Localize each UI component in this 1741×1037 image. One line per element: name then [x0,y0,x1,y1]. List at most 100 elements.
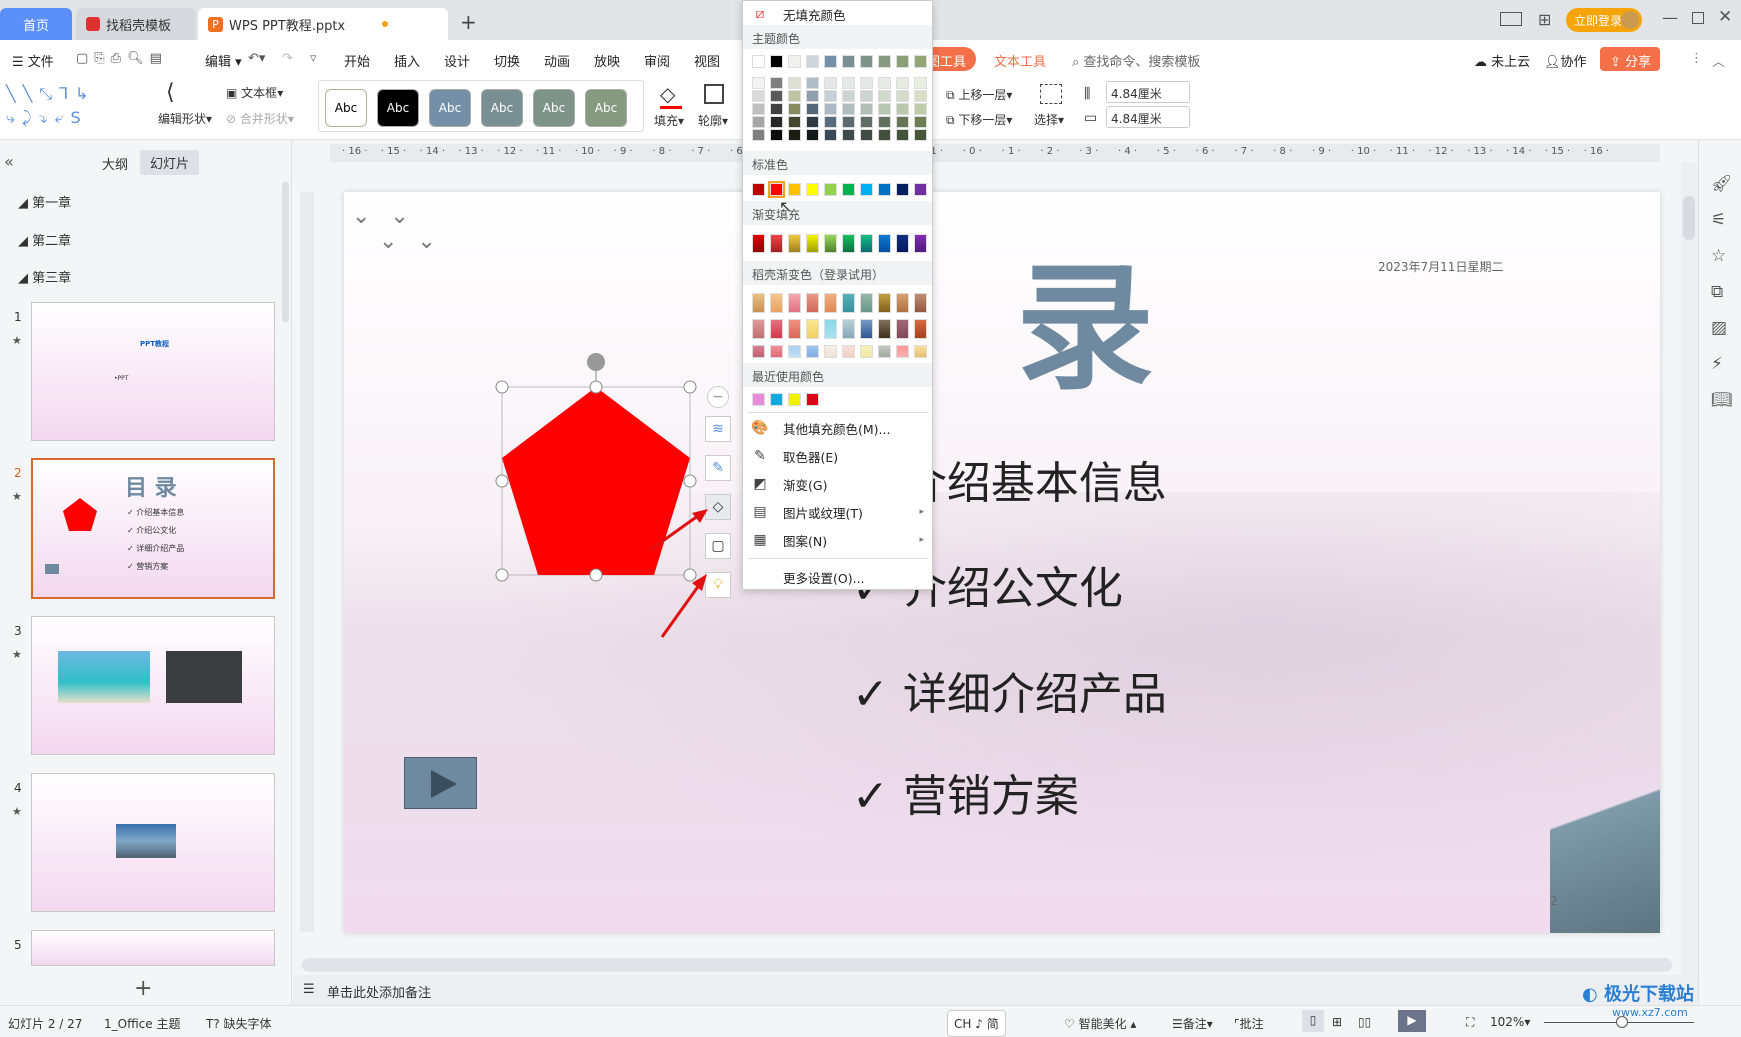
normal-view-icon[interactable]: ▯ [1302,1010,1324,1032]
theme-shade-swatch[interactable] [896,90,909,102]
outline-item[interactable]: ◢ 第一章 [18,192,71,211]
style-swatch[interactable]: Abc [429,89,471,127]
fill-menu-item[interactable]: ▤ 图片或纹理(T) ▸ [751,499,926,525]
theme-color-swatch[interactable] [878,55,891,68]
theme-color-swatch[interactable] [806,55,819,68]
theme-shade-swatch[interactable] [824,90,837,102]
slide-thumbnail-2[interactable]: 目 录 ✓ 介绍基本信息 ✓ 介绍公文化 ✓ 详细介绍产品 ✓ 营销方案 [31,458,275,599]
theme-shade-swatch[interactable] [788,77,801,89]
style-swatch[interactable]: Abc [533,89,575,127]
theme-shade-swatch[interactable] [860,90,873,102]
notes-toggle[interactable]: ☰备注▾ [1172,1015,1213,1032]
fill-button[interactable]: 填充▾ [654,112,684,129]
layers-icon[interactable]: ≋ [705,416,731,442]
docer-gradient-swatch[interactable] [860,293,873,313]
standard-color-swatch[interactable] [824,183,837,196]
menu-tab-design[interactable]: 设计 [444,51,470,70]
gradient-swatch[interactable] [788,234,801,253]
horizontal-scrollbar[interactable] [302,958,1672,972]
menu-tab-animation[interactable]: 动画 [544,51,570,70]
theme-shade-swatch[interactable] [752,77,765,89]
theme-shade-swatch[interactable] [842,116,855,128]
menu-tab-insert[interactable]: 插入 [394,51,420,70]
transition-icon[interactable]: ⧉ [1711,282,1723,302]
theme-color-swatch[interactable] [788,55,801,68]
theme-shade-swatch[interactable] [788,116,801,128]
rocket-icon[interactable]: 🚀︎ [1711,174,1733,194]
collapse-panel-icon[interactable]: « [4,152,14,171]
tab-outline[interactable]: 大纲 [102,154,128,173]
theme-shade-swatch[interactable] [752,103,765,115]
file-menu[interactable]: ☰ 文件 [12,51,54,70]
theme-shade-swatch[interactable] [770,129,783,141]
tab-docer[interactable]: 找稻壳模板 [76,8,196,40]
theme-shade-swatch[interactable] [914,103,927,115]
collapse-float-icon[interactable]: − [707,386,729,408]
search-box[interactable]: ⌕ 查找命令、搜索模板 [1072,51,1200,70]
gradient-swatch[interactable] [770,234,783,253]
theme-shade-swatch[interactable] [770,77,783,89]
tab-home[interactable]: 首页 [0,8,72,40]
theme-shade-swatch[interactable] [824,116,837,128]
theme-shade-swatch[interactable] [860,116,873,128]
theme-shade-swatch[interactable] [878,90,891,102]
collab-button[interactable]: 👤︎协作 [1544,51,1587,70]
docer-gradient-swatch[interactable] [788,345,801,358]
slide-thumbnail-4[interactable] [31,773,275,912]
standard-color-swatch[interactable] [806,183,819,196]
width-input[interactable]: 4.84厘米 [1106,106,1190,128]
theme-shade-swatch[interactable] [788,129,801,141]
close-button[interactable]: ✕ [1718,7,1732,27]
slide-thumbnail-5[interactable] [31,930,275,966]
list-item[interactable]: ✓ 营销方案 [852,760,1079,824]
standard-color-swatch[interactable] [842,183,855,196]
textbox-button[interactable]: ▣ 文本框▾ [226,84,283,101]
theme-shade-swatch[interactable] [878,77,891,89]
docer-gradient-swatch[interactable] [842,319,855,339]
theme-shade-swatch[interactable] [806,116,819,128]
docer-gradient-swatch[interactable] [770,293,783,313]
theme-shade-swatch[interactable] [896,129,909,141]
docer-gradient-swatch[interactable] [914,293,927,313]
device-icon[interactable] [1500,12,1522,26]
recent-color-swatch[interactable] [752,393,765,406]
theme-shade-swatch[interactable] [788,90,801,102]
theme-shade-swatch[interactable] [860,77,873,89]
sorter-view-icon[interactable]: ⊞ [1332,1015,1342,1029]
theme-shade-swatch[interactable] [896,77,909,89]
scroll-thumb[interactable] [1683,196,1695,240]
docer-gradient-swatch[interactable] [806,293,819,313]
no-fill-option[interactable]: ⧄ 无填充颜色 [751,1,926,27]
cloud-status[interactable]: ☁ 未上云 [1474,51,1530,70]
fill-icon[interactable]: ◇ [660,82,682,109]
outline-item[interactable]: ◢ 第二章 [18,230,71,249]
docer-gradient-swatch[interactable] [788,293,801,313]
standard-color-swatch[interactable] [768,181,785,198]
vertical-scrollbar[interactable] [1681,162,1697,975]
slide-date[interactable]: 2023年7月11日星期二 [1378,258,1503,275]
beautify-button[interactable]: ♡ 智能美化 ▴ [1064,1015,1136,1032]
theme-shade-swatch[interactable] [896,103,909,115]
star-icon[interactable]: ☆ [1711,246,1726,266]
docer-gradient-swatch[interactable] [770,345,783,358]
menu-tab-slideshow[interactable]: 放映 [594,51,620,70]
theme-shade-swatch[interactable] [770,90,783,102]
theme-shade-swatch[interactable] [788,103,801,115]
theme-shade-swatch[interactable] [860,103,873,115]
new-tab-button[interactable]: + [460,10,477,34]
edit-menu[interactable]: 编辑 ▾ [205,51,242,70]
gradient-swatch[interactable] [896,234,909,253]
play-slideshow-button[interactable]: ▶ [1398,1010,1426,1032]
height-input[interactable]: 4.84厘米 [1106,81,1190,103]
image-icon[interactable]: ▨ [1711,318,1727,338]
theme-shade-swatch[interactable] [842,90,855,102]
theme-shade-swatch[interactable] [914,116,927,128]
style-swatch[interactable]: Abc [377,89,419,127]
theme-shade-swatch[interactable] [752,129,765,141]
docer-gradient-swatch[interactable] [824,319,837,339]
theme-shade-swatch[interactable] [914,90,927,102]
theme-shade-swatch[interactable] [770,116,783,128]
undo-icon[interactable]: ↶▾ [248,51,265,66]
gradient-swatch[interactable] [878,234,891,253]
docer-gradient-swatch[interactable] [824,293,837,313]
